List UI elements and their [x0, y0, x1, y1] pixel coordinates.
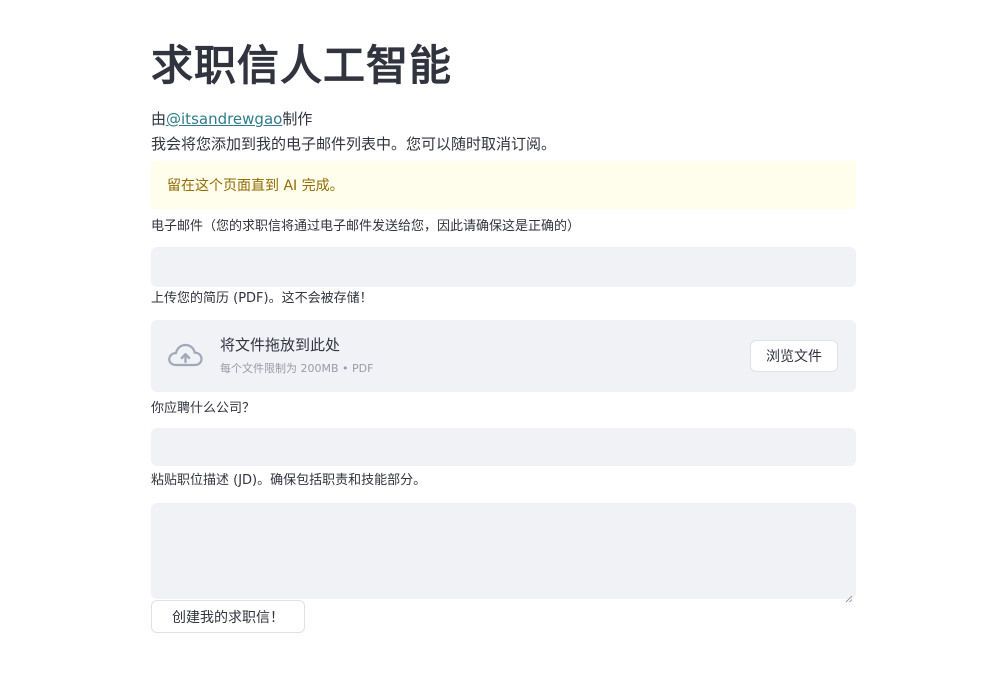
- byline-suffix: 制作: [282, 110, 313, 128]
- create-cover-letter-button[interactable]: 创建我的求职信！: [151, 600, 305, 633]
- page-title: 求职信人工智能: [151, 41, 453, 90]
- resize-handle-icon[interactable]: [844, 588, 853, 603]
- resume-label: 上传您的简历 (PDF)。这不会被存储！: [151, 291, 373, 306]
- company-label: 你应聘什么公司？: [151, 401, 256, 416]
- author-link[interactable]: @itsandrewgao: [166, 110, 282, 128]
- job-description-textarea[interactable]: [151, 503, 856, 599]
- cloud-upload-icon: [166, 341, 204, 371]
- browse-files-button[interactable]: 浏览文件: [750, 340, 838, 372]
- warning-alert: 留在这个页面直到 AI 完成。: [151, 161, 856, 209]
- byline-prefix: 由: [151, 110, 167, 128]
- alert-text: 留在这个页面直到 AI 完成。: [167, 178, 344, 194]
- email-field[interactable]: [151, 247, 856, 287]
- dropzone-limit-text: 每个文件限制为 200MB • PDF: [220, 362, 374, 375]
- file-dropzone[interactable]: 将文件拖放到此处 每个文件限制为 200MB • PDF 浏览文件: [151, 320, 856, 392]
- company-field[interactable]: [151, 428, 856, 466]
- email-label: 电子邮件（您的求职信将通过电子邮件发送给您，因此请确保这是正确的）: [151, 219, 581, 234]
- dropzone-title: 将文件拖放到此处: [220, 336, 341, 354]
- jd-label: 粘贴职位描述 (JD)。确保包括职责和技能部分。: [151, 473, 427, 488]
- intro-text: 我会将您添加到我的电子邮件列表中。您可以随时取消订阅。: [151, 135, 557, 153]
- byline: 由@itsandrewgao制作: [151, 108, 312, 130]
